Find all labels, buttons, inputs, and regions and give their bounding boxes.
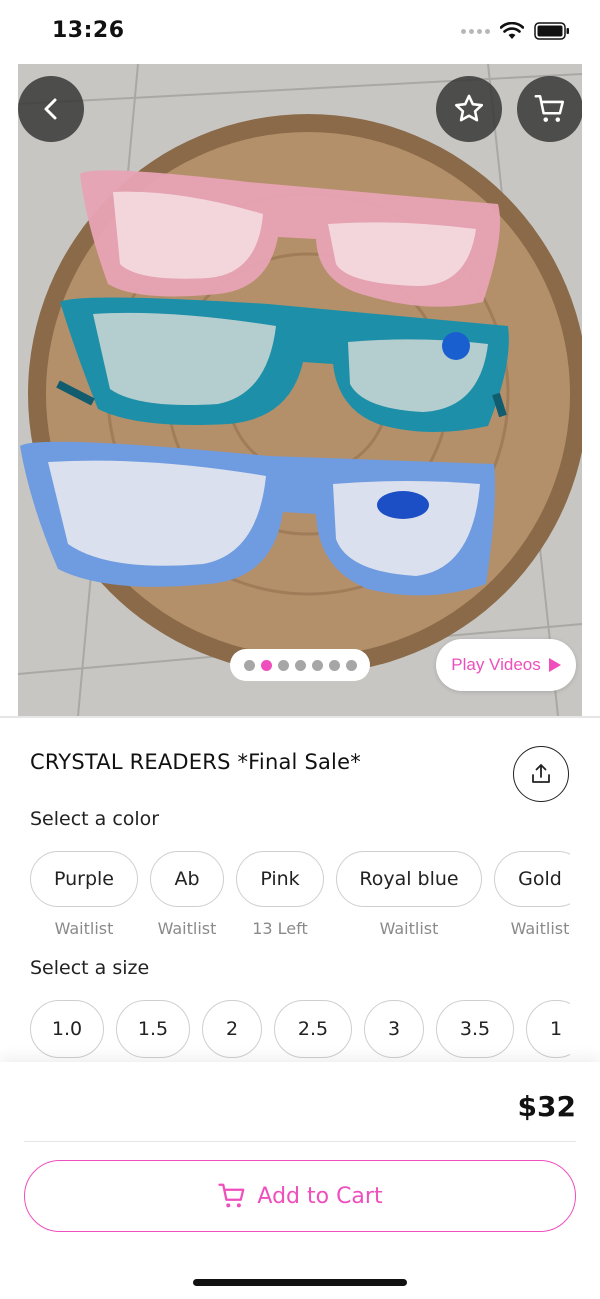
- color-status: Waitlist: [510, 919, 570, 938]
- size-section-label: Select a size: [30, 957, 150, 979]
- price: $32: [517, 1090, 576, 1123]
- favorite-button[interactable]: [436, 76, 502, 142]
- size-option[interactable]: 2.5: [274, 1000, 352, 1058]
- color-chip[interactable]: Pink: [236, 851, 324, 907]
- size-option[interactable]: 3.5: [436, 1000, 514, 1058]
- pager-dot[interactable]: [328, 659, 340, 671]
- play-icon: [548, 658, 561, 672]
- size-option[interactable]: 3: [364, 1000, 424, 1058]
- play-videos-button[interactable]: Play Videos: [436, 639, 576, 691]
- cart-icon: [534, 94, 565, 122]
- product-image[interactable]: Play Videos: [18, 64, 582, 716]
- pager-dot-active[interactable]: [260, 659, 272, 671]
- color-option-ab[interactable]: Ab Waitlist: [150, 851, 224, 938]
- glasses-photo: [18, 64, 582, 716]
- size-options: 1.0 1.5 2 2.5 3 3.5 1: [30, 1000, 570, 1060]
- product-title: CRYSTAL READERS *Final Sale*: [30, 750, 361, 774]
- pager-dot[interactable]: [294, 659, 306, 671]
- status-time: 13:26: [52, 18, 125, 43]
- back-button[interactable]: [18, 76, 84, 142]
- wifi-icon: [500, 22, 524, 39]
- color-chip[interactable]: Ab: [150, 851, 224, 907]
- status-bar: 13:26: [0, 0, 600, 64]
- color-status: Waitlist: [379, 919, 439, 938]
- color-chip[interactable]: Purple: [30, 851, 138, 907]
- battery-icon: [534, 22, 569, 40]
- signal-icon: [461, 28, 490, 34]
- cart-button[interactable]: [517, 76, 582, 142]
- image-pager[interactable]: [230, 649, 370, 681]
- divider: [24, 1141, 576, 1142]
- color-options: Purple Waitlist Ab Waitlist Pink 13 Left…: [30, 851, 570, 941]
- share-icon: [532, 764, 550, 783]
- home-indicator[interactable]: [193, 1279, 407, 1286]
- color-status: Waitlist: [54, 919, 114, 938]
- color-section-label: Select a color: [30, 808, 160, 830]
- divider: [0, 716, 600, 718]
- add-to-cart-label: Add to Cart: [257, 1183, 383, 1209]
- pager-dot[interactable]: [277, 659, 289, 671]
- play-videos-label: Play Videos: [451, 655, 541, 674]
- pager-dot[interactable]: [345, 659, 357, 671]
- size-option[interactable]: 2: [202, 1000, 262, 1058]
- color-option-pink[interactable]: Pink 13 Left: [236, 851, 324, 938]
- share-button[interactable]: [513, 746, 569, 802]
- color-chip[interactable]: Gold: [494, 851, 570, 907]
- size-option[interactable]: 1.0: [30, 1000, 104, 1058]
- add-to-cart-button[interactable]: Add to Cart: [24, 1160, 576, 1232]
- color-option-purple[interactable]: Purple Waitlist: [30, 851, 138, 938]
- cart-icon: [218, 1183, 245, 1208]
- back-icon: [44, 98, 57, 120]
- color-option-gold[interactable]: Gold Waitlist: [494, 851, 570, 938]
- color-status: Waitlist: [157, 919, 217, 938]
- color-status: 13 Left: [252, 919, 308, 938]
- color-chip[interactable]: Royal blue: [336, 851, 482, 907]
- status-icons: [461, 22, 570, 40]
- size-option[interactable]: 1: [526, 1000, 570, 1058]
- color-option-royal-blue[interactable]: Royal blue Waitlist: [336, 851, 482, 938]
- pager-dot[interactable]: [311, 659, 323, 671]
- size-option[interactable]: 1.5: [116, 1000, 190, 1058]
- pager-dot[interactable]: [243, 659, 255, 671]
- star-icon: [454, 94, 484, 122]
- purchase-panel: $32 Add to Cart: [0, 1062, 600, 1299]
